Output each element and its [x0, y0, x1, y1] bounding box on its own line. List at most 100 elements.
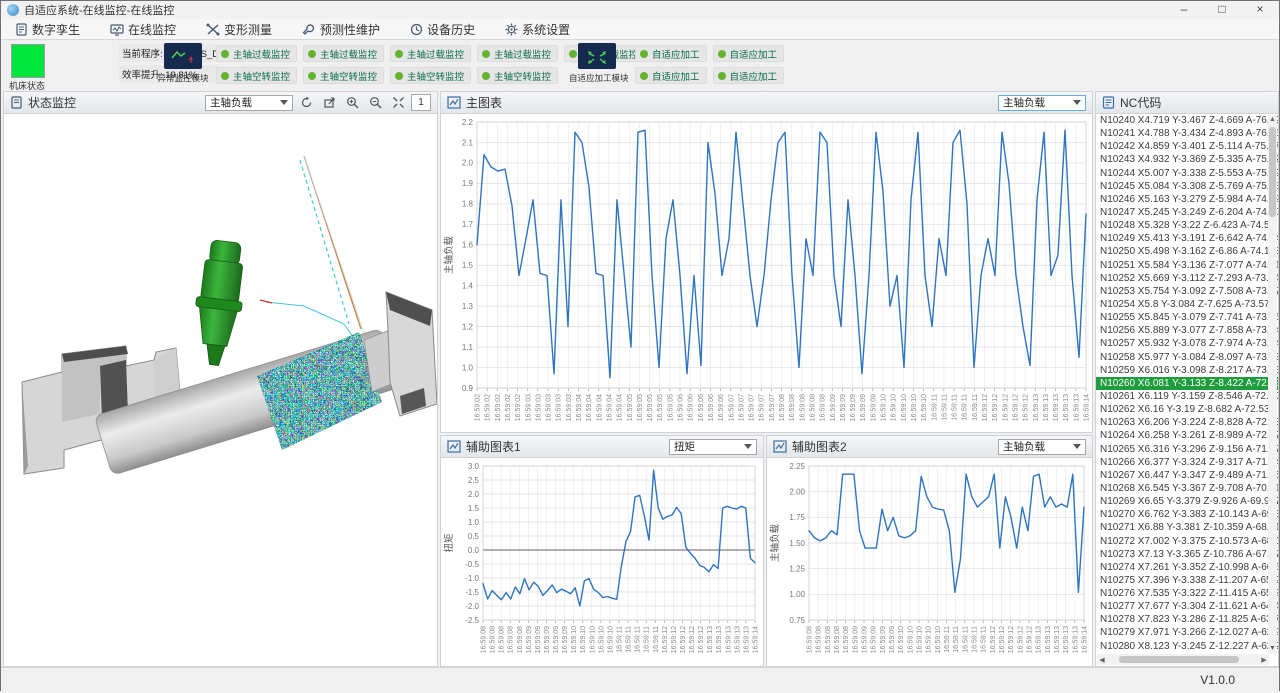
nc-line[interactable]: N10251 X5.584 Y-3.136 Z-7.077 A-74.012	[1096, 259, 1278, 272]
nc-line[interactable]: N10259 X6.016 Y-3.098 Z-8.217 A-73.036	[1096, 364, 1278, 377]
nc-line[interactable]: N10274 X7.261 Y-3.352 Z-10.998 A-66.67	[1096, 561, 1278, 574]
maximize-button[interactable]: □	[1203, 1, 1241, 19]
nc-line[interactable]: N10268 X6.545 Y-3.367 Z-9.708 A-70.519	[1096, 482, 1278, 495]
svg-text:16:59:13: 16:59:13	[1073, 394, 1080, 421]
nc-line[interactable]: N10266 X6.377 Y-3.324 Z-9.317 A-71.443	[1096, 456, 1278, 469]
nc-line[interactable]: N10242 X4.859 Y-3.401 Z-5.114 A-75.775	[1096, 140, 1278, 153]
main-chart-signal-dropdown[interactable]: 主轴负载	[998, 95, 1086, 111]
aux1-signal-dropdown[interactable]: 扭矩	[669, 439, 757, 455]
fit-view-button[interactable]	[388, 93, 408, 112]
svg-text:16:59:09: 16:59:09	[830, 394, 837, 421]
idle-monitor-button[interactable]: 主轴空转监控	[477, 67, 558, 84]
nc-line[interactable]: N10276 X7.535 Y-3.322 Z-11.415 A-65.22	[1096, 587, 1278, 600]
button-label: 自适应加工	[652, 69, 700, 83]
scroll-up-icon[interactable]: ▲	[1268, 115, 1277, 125]
menu-item-deformation-measure[interactable]: 变形测量	[200, 19, 282, 40]
status-dot-icon	[482, 72, 490, 80]
nc-line[interactable]: N10243 X4.932 Y-3.369 Z-5.335 A-75.523	[1096, 153, 1278, 166]
overload-monitor-button[interactable]: 主轴过载监控	[390, 45, 471, 62]
aux2-signal-dropdown[interactable]: 主轴负载	[998, 439, 1086, 455]
machine-3d-view[interactable]	[4, 114, 437, 666]
nc-line[interactable]: N10247 X5.245 Y-3.249 Z-6.204 A-74.701	[1096, 206, 1278, 219]
nc-line[interactable]: N10256 X5.889 Y-3.077 Z-7.858 A-73.348	[1096, 324, 1278, 337]
nc-horizontal-scrollbar[interactable]: ◀ ▶	[1097, 654, 1269, 665]
nc-line[interactable]: N10250 X5.498 Y-3.162 Z-6.86 A-74.178 C	[1096, 245, 1278, 258]
svg-text:16:59:10: 16:59:10	[589, 626, 596, 653]
nc-line[interactable]: N10244 X5.007 Y-3.338 Z-5.553 A-75.297	[1096, 167, 1278, 180]
scrollbar-thumb[interactable]	[1119, 656, 1239, 663]
overload-monitor-button[interactable]: 主轴过载监控	[303, 45, 384, 62]
nc-line[interactable]: N10245 X5.084 Y-3.308 Z-5.769 A-75.088	[1096, 180, 1278, 193]
rotate-view-button[interactable]	[296, 93, 316, 112]
menu-item-device-history[interactable]: 设备历史	[404, 19, 485, 40]
nc-line[interactable]: N10279 X7.971 Y-3.266 Z-12.027 A-62.98	[1096, 626, 1278, 639]
minimize-button[interactable]: –	[1165, 1, 1203, 19]
nc-line[interactable]: N10257 X5.932 Y-3.078 Z-7.974 A-73.243	[1096, 337, 1278, 350]
nc-line[interactable]: N10271 X6.88 Y-3.381 Z-10.359 A-68.711	[1096, 521, 1278, 534]
svg-text:16:59:09: 16:59:09	[871, 626, 878, 653]
version-label: V1.0.0	[1200, 673, 1235, 687]
nc-line[interactable]: N10280 X8.123 Y-3.245 Z-12.227 A-62.23	[1096, 640, 1278, 653]
nc-line[interactable]: N10267 X6.447 Y-3.347 Z-9.489 A-71.055	[1096, 469, 1278, 482]
nc-line[interactable]: N10246 X5.163 Y-3.279 Z-5.984 A-74.892	[1096, 193, 1278, 206]
svg-text:16:59:04: 16:59:04	[586, 394, 593, 421]
nc-line[interactable]: N10254 X5.8 Y-3.084 Z-7.625 A-73.571 C	[1096, 298, 1278, 311]
nc-line[interactable]: N10249 X5.413 Y-3.191 Z-6.642 A-74.346	[1096, 232, 1278, 245]
menu-item-predictive-maintenance[interactable]: 预测性维护	[296, 19, 390, 40]
svg-text:16:59:11: 16:59:11	[962, 394, 969, 421]
idle-monitor-button[interactable]: 主轴空转监控	[216, 67, 297, 84]
scroll-down-icon[interactable]: ▼	[1268, 644, 1277, 654]
export-view-button[interactable]	[319, 93, 339, 112]
svg-text:3.0: 3.0	[468, 462, 480, 471]
nc-line[interactable]: N10253 X5.754 Y-3.092 Z-7.508 A-73.677	[1096, 285, 1278, 298]
nc-line[interactable]: N10269 X6.65 Y-3.379 Z-9.926 A-69.947 C	[1096, 495, 1278, 508]
nc-line[interactable]: N10270 X6.762 Y-3.383 Z-10.143 A-69.34	[1096, 508, 1278, 521]
menu-item-system-settings[interactable]: 系统设置	[499, 19, 580, 40]
nc-line[interactable]: N10278 X7.823 Y-3.286 Z-11.825 A-63.73	[1096, 613, 1278, 626]
nc-line[interactable]: N10261 X6.119 Y-3.159 Z-8.546 A-72.701	[1096, 390, 1278, 403]
nc-line[interactable]: N10262 X6.16 Y-3.19 Z-8.682 A-72.534 C	[1096, 403, 1278, 416]
nc-line[interactable]: N10252 X5.669 Y-3.112 Z-7.293 A-73.844	[1096, 272, 1278, 285]
scrollbar-thumb[interactable]	[1269, 127, 1276, 217]
scroll-left-icon[interactable]: ◀	[1097, 656, 1107, 664]
nc-code-list[interactable]: N10240 X4.719 Y-3.467 Z-4.669 A-76.396N1…	[1096, 114, 1278, 654]
abnormal-monitor-module[interactable]: 异常监控模块	[155, 43, 211, 84]
zoom-out-button[interactable]	[365, 93, 385, 112]
nc-line[interactable]: N10258 X5.977 Y-3.084 Z-8.097 A-73.138	[1096, 351, 1278, 364]
overload-monitor-button[interactable]: 主轴过载监控	[216, 45, 297, 62]
close-button[interactable]: ×	[1241, 1, 1279, 19]
adaptive-machining-button[interactable]: 自适应加工	[713, 67, 785, 84]
zoom-level-box[interactable]: 1	[411, 94, 431, 111]
zoom-in-button[interactable]	[342, 93, 362, 112]
svg-text:-2.0: -2.0	[465, 602, 479, 611]
adaptive-machining-button[interactable]: 自适应加工	[713, 45, 785, 62]
nc-line[interactable]: N10240 X4.719 Y-3.467 Z-4.669 A-76.396	[1096, 114, 1278, 127]
idle-monitor-button[interactable]: 主轴空转监控	[303, 67, 384, 84]
adaptive-machining-module[interactable]: 自适应加工模块	[569, 43, 625, 84]
adaptive-machining-button[interactable]: 自适应加工	[635, 67, 707, 84]
nc-line[interactable]: N10260 X6.081 Y-3.133 Z-8.422 A-72.835	[1096, 377, 1278, 390]
menu-item-digital-twin[interactable]: 数字孪生	[9, 19, 90, 40]
overload-monitor-button[interactable]: 主轴过载监控	[477, 45, 558, 62]
nc-line[interactable]: N10264 X6.258 Y-3.261 Z-8.989 A-72.072	[1096, 429, 1278, 442]
nc-line[interactable]: N10255 X5.845 Y-3.079 Z-7.741 A-73.458	[1096, 311, 1278, 324]
status-monitor-panel: 状态监控 主轴负载 1	[3, 91, 438, 667]
scroll-right-icon[interactable]: ▶	[1259, 656, 1269, 664]
svg-text:16:59:06: 16:59:06	[688, 394, 695, 421]
nc-line[interactable]: N10265 X6.316 Y-3.296 Z-9.156 A-71.771	[1096, 443, 1278, 456]
nc-line[interactable]: N10263 X6.206 Y-3.224 Z-8.828 A-72.33 C	[1096, 416, 1278, 429]
nc-line[interactable]: N10241 X4.788 Y-3.434 Z-4.893 A-76.062	[1096, 127, 1278, 140]
svg-text:16:59:08: 16:59:08	[799, 394, 806, 421]
menu-item-online-monitor[interactable]: 在线监控	[104, 19, 186, 40]
nc-line[interactable]: N10275 X7.396 Y-3.338 Z-11.207 A-65.95	[1096, 574, 1278, 587]
nc-vertical-scrollbar[interactable]: ▲ ▼	[1268, 115, 1277, 654]
panel-title: 辅助图表2	[792, 438, 847, 455]
svg-text:16:59:13: 16:59:13	[1045, 626, 1052, 653]
viewer-signal-dropdown[interactable]: 主轴负载	[205, 95, 293, 111]
nc-line[interactable]: N10272 X7.002 Y-3.375 Z-10.573 A-68.05	[1096, 535, 1278, 548]
nc-line[interactable]: N10273 X7.13 Y-3.365 Z-10.786 A-67.372	[1096, 548, 1278, 561]
adaptive-machining-button[interactable]: 自适应加工	[635, 45, 707, 62]
idle-monitor-button[interactable]: 主轴空转监控	[390, 67, 471, 84]
nc-line[interactable]: N10277 X7.677 Y-3.304 Z-11.621 A-64.48	[1096, 600, 1278, 613]
nc-line[interactable]: N10248 X5.328 Y-3.22 Z-6.423 A-74.52 C	[1096, 219, 1278, 232]
